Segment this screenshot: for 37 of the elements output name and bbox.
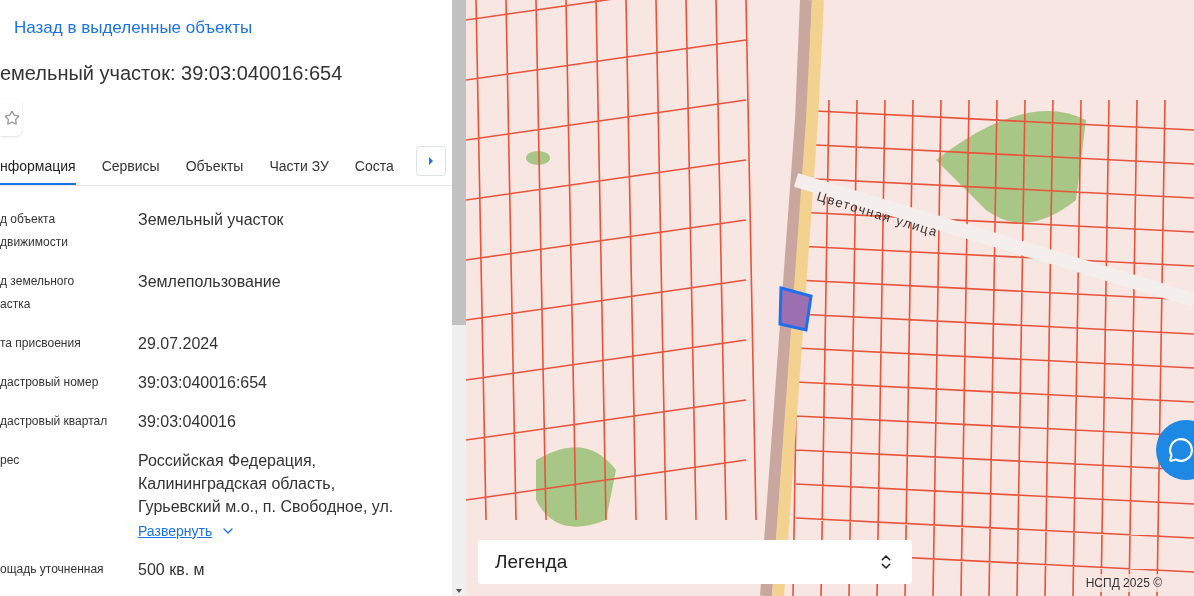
- tab[interactable]: нформация: [0, 149, 76, 185]
- back-link[interactable]: Назад в выделенные объекты: [14, 15, 452, 41]
- field-label: движимости: [0, 233, 69, 251]
- field-value: 39:03:040016: [138, 411, 236, 432]
- star-icon: [4, 109, 20, 126]
- map-attribution: НСПД 2025 ©: [1083, 574, 1164, 592]
- tab[interactable]: Объекты: [185, 149, 244, 185]
- field-value: 29.07.2024: [138, 333, 219, 354]
- selected-parcel: [778, 286, 814, 332]
- field-label: д объекта: [0, 210, 57, 228]
- field-value: Калининградская область,: [138, 473, 337, 494]
- field-label: дастровый номер: [0, 373, 100, 391]
- field-value: Земельный участок: [138, 209, 284, 230]
- field-value: Российская Федерация,: [138, 450, 318, 471]
- scrollbar[interactable]: [452, 0, 466, 596]
- field-label: астка: [0, 295, 32, 313]
- favorite-button[interactable]: [0, 99, 22, 136]
- tabs-scroll-button[interactable]: [416, 145, 446, 176]
- expand-link[interactable]: Развернуть: [138, 520, 394, 542]
- field-value: 500 кв. м: [138, 559, 205, 580]
- chat-icon: [1168, 437, 1194, 463]
- caret-right-icon: [428, 156, 434, 165]
- field-value: Землепользование: [138, 271, 281, 292]
- field-label: д земельного: [0, 272, 76, 290]
- field-label: дастровый квартал: [0, 412, 109, 430]
- field-value: Гурьевский м.о., п. Свободное, ул.: [138, 496, 394, 517]
- tab[interactable]: Сервисы: [101, 149, 160, 185]
- field-value: 39:03:040016:654: [138, 372, 267, 393]
- legend-title: Легенда: [495, 549, 568, 574]
- parcel-title: емельный участок: 39:03:040016:654: [0, 60, 344, 86]
- legend-panel[interactable]: Легенда: [478, 540, 912, 584]
- tab[interactable]: Соста: [354, 149, 394, 185]
- scrollbar-thumb[interactable]: [452, 0, 466, 325]
- field-label: та присвоения: [0, 334, 82, 352]
- field-label: рес: [0, 451, 21, 469]
- tab[interactable]: Части ЗУ: [269, 149, 329, 185]
- field-label: ощадь уточненная: [0, 560, 105, 578]
